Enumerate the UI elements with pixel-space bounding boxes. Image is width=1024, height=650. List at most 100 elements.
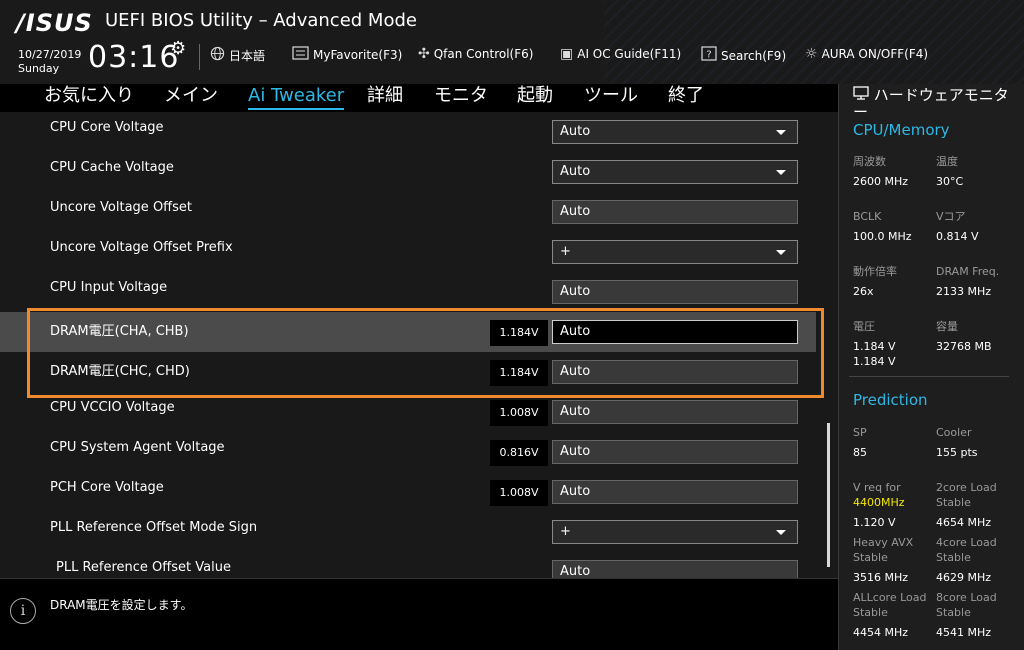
setting-label: PCH Core Voltage bbox=[50, 480, 164, 495]
main-menu-tabs: お気に入り メイン Ai Tweaker 詳細 モニタ 起動 ツール 終了 bbox=[0, 84, 838, 112]
fan-icon: ✣ bbox=[418, 46, 430, 62]
setting-dropdown[interactable]: + bbox=[552, 520, 798, 544]
scrollbar[interactable] bbox=[827, 423, 830, 567]
ai-oc-guide-button[interactable]: ▣ AI OC Guide(F11) bbox=[560, 46, 681, 62]
asus-logo: /ISUS bbox=[16, 9, 93, 37]
prediction-section-title: Prediction bbox=[853, 391, 928, 409]
setting-row[interactable]: CPU System Agent Voltage 0.816V Auto bbox=[0, 432, 816, 472]
setting-input[interactable]: Auto bbox=[552, 440, 798, 464]
setting-row[interactable]: DRAM電圧(CHC, CHD) 1.184V Auto bbox=[0, 352, 816, 392]
monitor-title: ハードウェアモニター bbox=[853, 86, 1021, 121]
metric-value: 2133 MHz bbox=[936, 285, 992, 298]
setting-dropdown[interactable]: Auto bbox=[552, 160, 798, 184]
metric-value: 1.184 V bbox=[853, 340, 896, 353]
metric-value: 1.184 V bbox=[853, 355, 896, 368]
tab-boot[interactable]: 起動 bbox=[517, 84, 553, 112]
clock-settings-gear-icon[interactable]: ⚙ bbox=[170, 38, 186, 59]
metric-label: ALLcore Load bbox=[853, 591, 927, 604]
setting-row[interactable]: Uncore Voltage Offset Auto bbox=[0, 192, 816, 232]
current-voltage-readout: 1.008V bbox=[490, 480, 548, 506]
metric-label: BCLK bbox=[853, 210, 882, 223]
metric-label: 4core Load bbox=[936, 536, 997, 549]
2core-prediction: 2core Load Stable 4654 MHz bbox=[936, 480, 997, 530]
hardware-monitor-panel: ハードウェアモニター CPU/Memory 周波数 2600 MHz 温度 30… bbox=[838, 84, 1024, 650]
metric-label: 電圧 bbox=[853, 320, 875, 333]
tab-main[interactable]: メイン bbox=[164, 84, 218, 112]
8core-prediction: 8core Load Stable 4541 MHz bbox=[936, 590, 997, 640]
metric-label: Stable bbox=[936, 606, 971, 619]
metric-label: Heavy AVX bbox=[853, 536, 914, 549]
weekday-text: Sunday bbox=[18, 62, 60, 75]
setting-input[interactable]: Auto bbox=[552, 480, 798, 504]
metric-label: Stable bbox=[936, 496, 971, 509]
cpu-ratio: 動作倍率 26x bbox=[853, 264, 897, 299]
setting-label: Uncore Voltage Offset Prefix bbox=[50, 240, 233, 255]
tab-exit[interactable]: 終了 bbox=[668, 84, 704, 112]
tab-advanced[interactable]: 詳細 bbox=[367, 84, 403, 112]
setting-label: CPU Input Voltage bbox=[50, 280, 168, 295]
cpu-memory-section-title: CPU/Memory bbox=[853, 121, 950, 139]
setting-row[interactable]: PCH Core Voltage 1.008V Auto bbox=[0, 472, 816, 512]
setting-row[interactable]: CPU VCCIO Voltage 1.008V Auto bbox=[0, 392, 816, 432]
metric-label: 2core Load bbox=[936, 481, 997, 494]
metric-value: 4454 MHz bbox=[853, 626, 909, 639]
metric-label: 容量 bbox=[936, 320, 958, 333]
dram-voltage: 電圧 1.184 V 1.184 V bbox=[853, 319, 896, 369]
language-button[interactable]: 日本語 bbox=[210, 46, 265, 65]
search-help-icon: ? bbox=[701, 46, 717, 65]
cpu-frequency: 周波数 2600 MHz bbox=[853, 154, 908, 189]
setting-input[interactable]: Auto bbox=[552, 280, 798, 304]
tab-favorites[interactable]: お気に入り bbox=[44, 84, 134, 112]
ai-oc-label: AI OC Guide(F11) bbox=[577, 47, 682, 61]
metric-value: 85 bbox=[853, 446, 867, 459]
setting-dropdown[interactable]: + bbox=[552, 240, 798, 264]
metric-value: 155 pts bbox=[936, 446, 978, 459]
setting-row-selected[interactable]: DRAM電圧(CHA, CHB) 1.184V Auto bbox=[0, 312, 816, 352]
aura-light-icon: ☼ bbox=[805, 46, 818, 62]
setting-row[interactable]: Uncore Voltage Offset Prefix + bbox=[0, 232, 816, 272]
setting-row[interactable]: PLL Reference Offset Value Auto bbox=[0, 552, 816, 578]
myfavorite-label: MyFavorite(F3) bbox=[313, 48, 403, 62]
qfan-control-button[interactable]: ✣ Qfan Control(F6) bbox=[418, 46, 533, 62]
metric-value: 26x bbox=[853, 285, 874, 298]
current-voltage-readout: 1.008V bbox=[490, 400, 548, 426]
header-decoration bbox=[604, 0, 1024, 84]
myfavorite-button[interactable]: MyFavorite(F3) bbox=[292, 46, 402, 64]
aura-toggle-button[interactable]: ☼ AURA ON/OFF(F4) bbox=[805, 46, 928, 62]
ai-chip-icon: ▣ bbox=[560, 46, 574, 62]
setting-row[interactable]: PLL Reference Offset Mode Sign + bbox=[0, 512, 816, 552]
setting-input-active[interactable]: Auto bbox=[552, 320, 798, 344]
help-text: DRAM電圧を設定します。 bbox=[50, 598, 193, 612]
setting-row[interactable]: CPU Core Voltage Auto bbox=[0, 112, 816, 152]
setting-label: DRAM電圧(CHA, CHB) bbox=[50, 324, 189, 339]
setting-row[interactable]: CPU Cache Voltage Auto bbox=[0, 152, 816, 192]
search-button[interactable]: ? Search(F9) bbox=[701, 46, 786, 65]
dram-frequency: DRAM Freq. 2133 MHz bbox=[936, 264, 999, 299]
setting-input[interactable]: Auto bbox=[552, 200, 798, 224]
tab-tool[interactable]: ツール bbox=[584, 84, 638, 112]
qfan-label: Qfan Control(F6) bbox=[433, 47, 534, 61]
header-bar: /ISUS UEFI BIOS Utility – Advanced Mode … bbox=[0, 0, 1024, 84]
setting-label: PLL Reference Offset Value bbox=[56, 560, 231, 575]
tab-monitor[interactable]: モニタ bbox=[434, 84, 488, 112]
metric-value: 4654 MHz bbox=[936, 516, 992, 529]
toolbar-divider bbox=[199, 44, 200, 70]
tab-ai-tweaker[interactable]: Ai Tweaker bbox=[248, 84, 345, 110]
metric-value: 32768 MB bbox=[936, 340, 992, 353]
bclk: BCLK 100.0 MHz bbox=[853, 209, 912, 244]
setting-dropdown[interactable]: Auto bbox=[552, 120, 798, 144]
metric-value: 30°C bbox=[936, 175, 964, 188]
metric-value: 100.0 MHz bbox=[853, 230, 912, 243]
metric-value: 4629 MHz bbox=[936, 571, 992, 584]
target-frequency: 4400MHz bbox=[853, 496, 905, 509]
setting-input[interactable]: Auto bbox=[552, 400, 798, 424]
vcore: Vコア 0.814 V bbox=[936, 209, 979, 244]
setting-row[interactable]: CPU Input Voltage Auto bbox=[0, 272, 816, 312]
metric-value: 0.814 V bbox=[936, 230, 979, 243]
setting-input[interactable]: Auto bbox=[552, 560, 798, 578]
metric-label: Cooler bbox=[936, 426, 972, 439]
date-display: 10/27/2019 Sunday bbox=[18, 48, 81, 76]
setting-label: CPU Core Voltage bbox=[50, 120, 164, 135]
setting-input[interactable]: Auto bbox=[552, 360, 798, 384]
current-voltage-readout: 1.184V bbox=[490, 360, 548, 386]
